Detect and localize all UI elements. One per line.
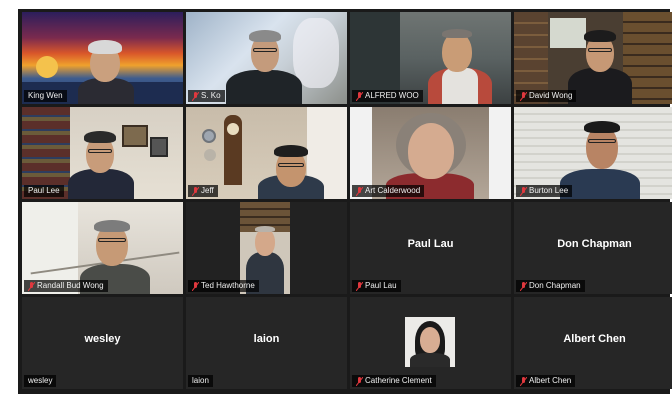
participant-name-label: ALFRED WOO — [352, 90, 423, 102]
participant-tile-laion[interactable]: laion laion — [186, 297, 347, 389]
participant-name-label: S. Ko — [188, 90, 225, 102]
participant-name-label: Albert Chen — [516, 375, 576, 387]
profile-picture — [405, 317, 455, 367]
microphone-muted-icon — [520, 376, 527, 386]
participant-name-label: Burton Lee — [516, 185, 573, 197]
participant-tile-king-wen[interactable]: King Wen — [22, 12, 183, 104]
microphone-muted-icon — [192, 91, 199, 101]
participant-tile-paul-lau[interactable]: Paul Lau Paul Lau — [350, 202, 511, 294]
participant-name-label: wesley — [24, 375, 57, 387]
participant-tile-paul-lee[interactable]: Paul Lee — [22, 107, 183, 199]
microphone-muted-icon — [192, 281, 199, 291]
microphone-muted-icon — [356, 376, 363, 386]
gallery-grid: King Wen S. Ko ALFRED WOO David Wong Pau… — [18, 9, 672, 394]
participant-display-name: Albert Chen — [563, 333, 626, 345]
participant-name-label: Art Calderwood — [352, 185, 425, 197]
participant-name-label: David Wong — [516, 90, 577, 102]
participant-name-label: King Wen — [24, 90, 67, 102]
participant-tile-wesley[interactable]: wesley wesley — [22, 297, 183, 389]
participant-name-label: Paul Lee — [24, 185, 64, 197]
participant-tile-ted-hawthorne[interactable]: Ted Hawthorne — [186, 202, 347, 294]
participant-name-label: Randall Bud Wong — [24, 280, 108, 292]
participant-tile-s-ko[interactable]: S. Ko — [186, 12, 347, 104]
microphone-muted-icon — [192, 186, 199, 196]
microphone-muted-icon — [520, 186, 527, 196]
participant-name-label: laion — [188, 375, 213, 387]
zoom-gallery-window: King Wen S. Ko ALFRED WOO David Wong Pau… — [0, 0, 672, 404]
participant-name-label: Catherine Clement — [352, 375, 436, 387]
microphone-muted-icon — [520, 91, 527, 101]
participant-tile-don-chapman[interactable]: Don Chapman Don Chapman — [514, 202, 672, 294]
participant-tile-catherine-clement[interactable]: Catherine Clement — [350, 297, 511, 389]
microphone-muted-icon — [520, 281, 527, 291]
participant-display-name: laion — [253, 333, 280, 345]
participant-display-name: Paul Lau — [407, 238, 454, 250]
participant-tile-art-calderwood[interactable]: Art Calderwood — [350, 107, 511, 199]
participant-name-label: Don Chapman — [516, 280, 585, 292]
microphone-muted-icon — [356, 186, 363, 196]
participant-tile-burton-lee[interactable]: Burton Lee — [514, 107, 672, 199]
participant-name-label: Ted Hawthorne — [188, 280, 259, 292]
participant-tile-albert-chen[interactable]: Albert Chen Albert Chen — [514, 297, 672, 389]
participant-tile-david-wong[interactable]: David Wong — [514, 12, 672, 104]
participant-display-name: wesley — [84, 333, 121, 345]
participant-display-name: Don Chapman — [557, 238, 632, 250]
microphone-muted-icon — [356, 281, 363, 291]
microphone-muted-icon — [28, 281, 35, 291]
participant-tile-jeff[interactable]: Jeff — [186, 107, 347, 199]
participant-name-label: Paul Lau — [352, 280, 401, 292]
participant-tile-alfred-woo[interactable]: ALFRED WOO — [350, 12, 511, 104]
participant-name-label: Jeff — [188, 185, 218, 197]
microphone-muted-icon — [356, 91, 363, 101]
participant-tile-randall-bud-wong[interactable]: Randall Bud Wong — [22, 202, 183, 294]
